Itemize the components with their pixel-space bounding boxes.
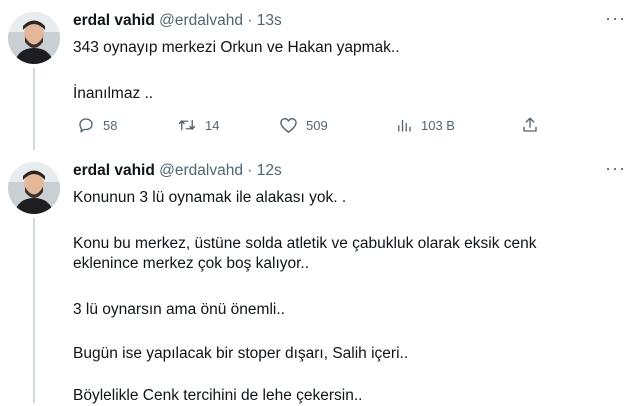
tweet-text-line: İnanılmaz .. bbox=[73, 85, 154, 102]
author-handle[interactable]: @erdalvahd bbox=[159, 162, 243, 179]
tweet-actions: 58 14 509 103 B bbox=[73, 116, 543, 136]
avatar-image bbox=[8, 12, 60, 64]
like-count: 509 bbox=[306, 117, 328, 133]
tweet-header: erdal vahid @erdalvahd · 13s bbox=[73, 12, 282, 30]
retweet-button[interactable]: 14 bbox=[177, 116, 219, 134]
more-options-icon[interactable]: ··· bbox=[605, 158, 626, 179]
tweet-text-line: eklenince merkez çok boş kalıyor.. bbox=[73, 255, 310, 272]
separator: · bbox=[247, 162, 253, 179]
separator: · bbox=[247, 12, 253, 29]
tweet-2: erdal vahid @erdalvahd · 12s ··· Konunun… bbox=[0, 150, 640, 404]
heart-icon bbox=[280, 117, 297, 133]
share-button[interactable] bbox=[521, 116, 539, 134]
tweet-1: erdal vahid @erdalvahd · 13s ··· 343 oyn… bbox=[0, 0, 640, 150]
share-icon bbox=[523, 117, 537, 132]
tweet-text-line: Böylelikle Cenk tercihini de lehe çekers… bbox=[73, 387, 363, 404]
views-bar-chart-icon bbox=[398, 119, 411, 132]
views-count: 103 B bbox=[421, 117, 455, 133]
retweet-count: 14 bbox=[205, 117, 220, 133]
avatar[interactable] bbox=[8, 162, 60, 214]
retweet-icon bbox=[178, 119, 196, 131]
tweet-text-line: Konu bu merkez, üstüne solda atletik ve … bbox=[73, 235, 537, 252]
tweet-text-line: 343 oynayıp merkezi Orkun ve Hakan yapma… bbox=[73, 39, 400, 56]
tweet-text-line: 3 lü oynarsın ama önü önemli.. bbox=[73, 301, 285, 318]
reply-icon bbox=[79, 118, 93, 133]
tweet-text-line: Konunun 3 lü oynamak ile alakası yok. . bbox=[73, 189, 347, 206]
thread-connector bbox=[33, 68, 35, 150]
views-button[interactable]: 103 B bbox=[395, 116, 455, 134]
author-name[interactable]: erdal vahid bbox=[73, 12, 155, 29]
reply-count: 58 bbox=[103, 117, 118, 133]
author-handle[interactable]: @erdalvahd bbox=[159, 12, 243, 29]
like-button[interactable]: 509 bbox=[279, 116, 328, 134]
avatar[interactable] bbox=[8, 12, 60, 64]
tweet-header: erdal vahid @erdalvahd · 12s bbox=[73, 162, 282, 180]
author-name[interactable]: erdal vahid bbox=[73, 162, 155, 179]
thread-connector bbox=[33, 218, 35, 403]
tweet-time[interactable]: 13s bbox=[257, 12, 282, 29]
tweet-text-line: Bugün ise yapılacak bir stoper dışarı, S… bbox=[73, 345, 409, 362]
reply-button[interactable]: 58 bbox=[77, 116, 117, 134]
avatar-image bbox=[8, 162, 60, 214]
more-options-icon[interactable]: ··· bbox=[605, 8, 626, 29]
tweet-time[interactable]: 12s bbox=[257, 162, 282, 179]
